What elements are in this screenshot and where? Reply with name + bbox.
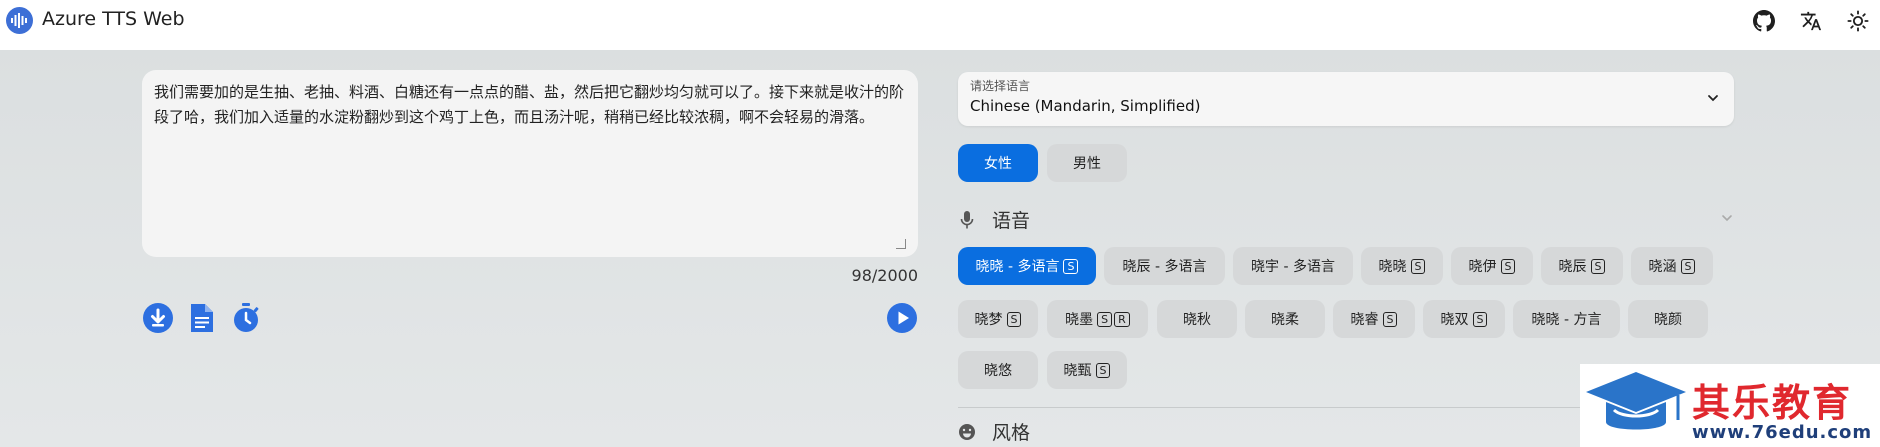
voice-button[interactable]: 晓墨 S R xyxy=(1047,300,1148,338)
voice-label: 晓晓 - 多语言 xyxy=(975,259,1060,275)
document-icon[interactable] xyxy=(186,302,218,334)
watermark-title: 其乐教育 xyxy=(1692,381,1853,425)
voice-badge: S xyxy=(1472,311,1488,327)
voice-label: 晓晓 - 方言 xyxy=(1531,312,1602,328)
voice-button[interactable]: 晓柔 xyxy=(1245,300,1325,338)
voice-button[interactable]: 晓颜 xyxy=(1628,300,1708,338)
watermark-url: www.76edu.com xyxy=(1692,422,1873,443)
style-section-header[interactable]: 风格 xyxy=(958,418,1030,445)
gender-female-button[interactable]: 女性 xyxy=(958,144,1038,182)
tts-text-input[interactable]: 我们需要加的是生抽、老抽、料酒、白糖还有一点点的醋、盐，然后把它翻炒均匀就可以了… xyxy=(154,80,906,247)
voice-badge: S xyxy=(1680,258,1696,274)
voice-badge: S xyxy=(1097,311,1113,327)
voice-label: 晓秋 xyxy=(1183,312,1211,328)
app-title: Azure TTS Web xyxy=(42,8,185,30)
voice-label: 晓辰 - 多语言 xyxy=(1122,259,1207,275)
voice-button[interactable]: 晓梦 S xyxy=(958,300,1038,338)
voice-label: 晓甄 xyxy=(1063,363,1092,379)
voice-label: 晓睿 xyxy=(1350,312,1379,328)
microphone-icon xyxy=(958,210,976,230)
text-editor: 我们需要加的是生抽、老抽、料酒、白糖还有一点点的醋、盐，然后把它翻炒均匀就可以了… xyxy=(142,70,918,257)
voice-label: 晓辰 xyxy=(1558,259,1587,275)
voice-button[interactable]: 晓双 S xyxy=(1423,300,1505,338)
voice-label: 晓墨 xyxy=(1065,312,1094,328)
voice-label: 晓柔 xyxy=(1271,312,1299,328)
voice-badge: S xyxy=(1500,258,1516,274)
voice-label: 晓涵 xyxy=(1648,259,1677,275)
voice-button[interactable]: 晓伊 S xyxy=(1451,247,1533,285)
graduation-cap-icon xyxy=(1586,372,1686,430)
play-icon[interactable] xyxy=(886,302,918,334)
translate-icon[interactable] xyxy=(1798,8,1824,34)
voice-badge: R xyxy=(1114,311,1130,327)
voice-label: 晓宇 - 多语言 xyxy=(1251,259,1335,275)
voice-badge: S xyxy=(1410,258,1426,274)
github-icon[interactable] xyxy=(1751,8,1777,34)
voice-button[interactable]: 晓辰 S xyxy=(1541,247,1623,285)
voice-label: 晓颜 xyxy=(1654,312,1682,328)
voice-label: 晓双 xyxy=(1440,312,1469,328)
voice-section-title: 语音 xyxy=(992,210,1031,232)
voice-badge: S xyxy=(1382,311,1398,327)
voice-button[interactable]: 晓甄 S xyxy=(1047,351,1127,389)
voice-label: 晓晓 xyxy=(1378,259,1407,275)
resize-handle[interactable] xyxy=(896,239,906,249)
voice-button[interactable]: 晓晓 - 多语言 S xyxy=(958,247,1096,285)
voice-badge: S xyxy=(1006,311,1022,327)
chevron-down-icon[interactable] xyxy=(1720,210,1734,229)
language-select[interactable]: 请选择语言 Chinese (Mandarin, Simplified) xyxy=(958,72,1734,126)
language-select-value: Chinese (Mandarin, Simplified) xyxy=(970,97,1201,115)
style-section-title: 风格 xyxy=(992,422,1031,444)
voice-button[interactable]: 晓悠 xyxy=(958,351,1038,389)
voice-label: 晓伊 xyxy=(1468,259,1497,275)
voice-button[interactable]: 晓晓 S xyxy=(1361,247,1443,285)
voice-button[interactable]: 晓辰 - 多语言 xyxy=(1104,247,1225,285)
download-icon[interactable] xyxy=(142,302,174,334)
voice-button[interactable]: 晓涵 S xyxy=(1631,247,1713,285)
voice-button[interactable]: 晓秋 xyxy=(1157,300,1237,338)
smiley-icon xyxy=(958,422,976,442)
watermark: 其乐教育 www.76edu.com xyxy=(1580,364,1880,447)
gender-male-button[interactable]: 男性 xyxy=(1047,144,1127,182)
voice-button[interactable]: 晓宇 - 多语言 xyxy=(1233,247,1353,285)
chevron-down-icon xyxy=(1706,90,1720,109)
voice-badge: S xyxy=(1590,258,1606,274)
voice-label: 晓梦 xyxy=(974,312,1003,328)
voice-badge: S xyxy=(1063,258,1079,274)
theme-toggle-icon[interactable] xyxy=(1845,8,1871,34)
language-select-label: 请选择语言 xyxy=(970,79,1031,93)
app-header: Azure TTS Web xyxy=(0,0,1880,50)
app-logo-icon xyxy=(6,7,33,34)
timer-icon[interactable] xyxy=(230,302,262,334)
character-count: 98/2000 xyxy=(851,266,918,285)
voice-button[interactable]: 晓晓 - 方言 xyxy=(1513,300,1620,338)
voice-button[interactable]: 晓睿 S xyxy=(1333,300,1415,338)
voice-label: 晓悠 xyxy=(984,363,1012,379)
voice-section-header[interactable]: 语音 xyxy=(958,206,1030,233)
voice-badge: S xyxy=(1095,362,1111,378)
